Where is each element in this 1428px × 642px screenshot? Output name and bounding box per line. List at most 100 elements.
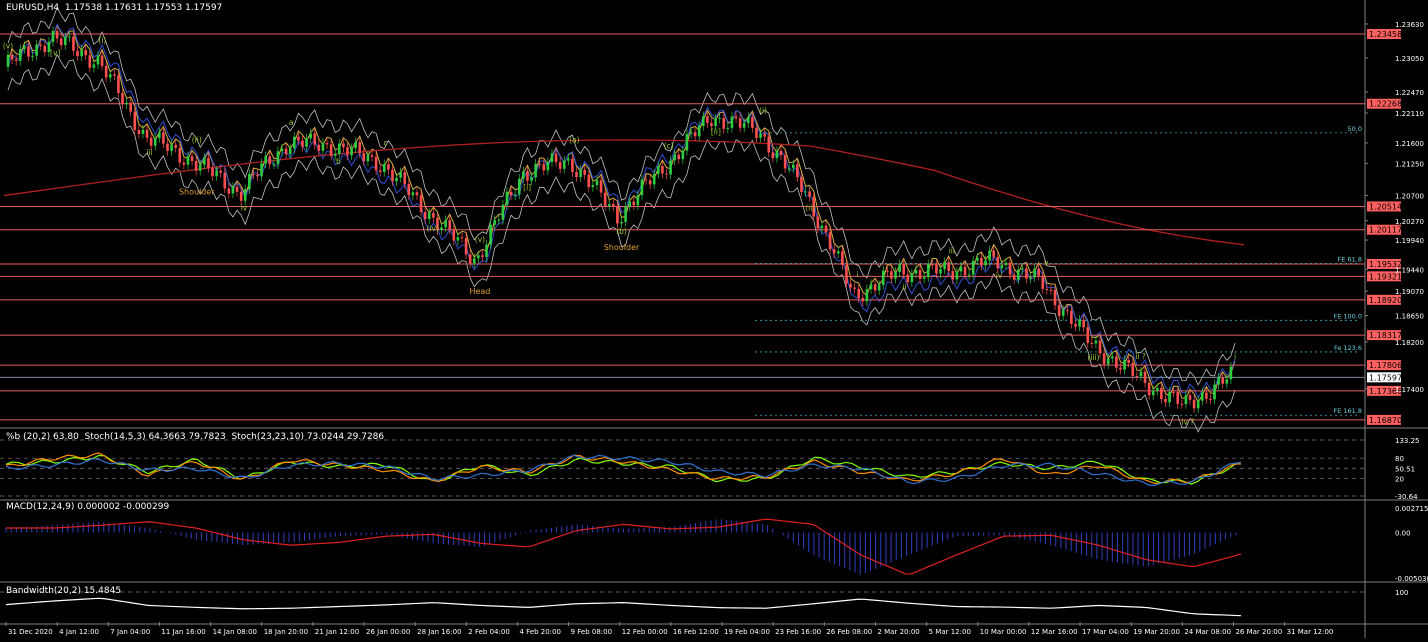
candle-body: [693, 132, 697, 137]
candle-body: [129, 102, 132, 112]
x-tick-label: 4 Jan 12:00: [59, 628, 99, 636]
y-tick-label: 1.23630: [1395, 21, 1424, 29]
candle-body: [898, 264, 901, 272]
candle-body: [751, 117, 754, 128]
candle-body: [1225, 379, 1229, 384]
candle-body: [1090, 342, 1094, 344]
x-tick-label: 2 Mar 20:00: [877, 628, 919, 636]
candle-body: [301, 140, 304, 147]
pb-series-line: [5, 454, 1242, 485]
candle-body: [293, 136, 296, 149]
wave-label: i: [1234, 352, 1236, 361]
candle-body: [419, 195, 423, 213]
candle-body: [579, 169, 582, 178]
wave-label: (i): [98, 36, 106, 45]
x-tick-label: 26 Jan 00:00: [366, 628, 410, 636]
candle-body: [477, 255, 480, 259]
bw-y-tick: 100: [1395, 589, 1408, 597]
candle-body: [665, 173, 668, 175]
candle-body: [137, 130, 141, 134]
candle-body: [432, 213, 435, 218]
candle-body: [145, 129, 149, 138]
candle-body: [1106, 358, 1110, 365]
candle-body: [39, 44, 43, 46]
candle-body: [423, 212, 427, 220]
wave-label: iii: [949, 247, 955, 256]
candle-body: [783, 155, 787, 169]
macd-y-tick: -0.005030: [1395, 575, 1428, 583]
candle-body: [72, 36, 75, 51]
candle-body: [763, 133, 766, 137]
candle-body: [828, 232, 832, 250]
candle-body: [256, 174, 259, 177]
candle-body: [18, 49, 22, 61]
candle-body: [452, 229, 456, 241]
candle-body: [309, 133, 312, 139]
pattern-label: Head: [469, 287, 490, 296]
candle-body: [1209, 398, 1212, 400]
candle-body: [489, 224, 492, 245]
candle-body: [1119, 367, 1122, 370]
candle-body: [366, 155, 370, 162]
fib-label: FE 61.8: [1338, 256, 1362, 264]
candle-body: [1049, 289, 1053, 291]
candle-body: [243, 189, 247, 201]
wave-label: iv ?: [1181, 417, 1194, 426]
candle-body: [166, 143, 169, 151]
candle-body: [378, 170, 382, 172]
candle-body: [571, 158, 574, 173]
pattern-label: Shoulder: [604, 243, 640, 252]
candle-body: [865, 289, 869, 302]
candle-body: [546, 162, 550, 171]
candle-body: [947, 262, 950, 272]
candle-body: [522, 171, 525, 179]
candle-body: [1098, 340, 1102, 354]
candle-body: [1229, 366, 1233, 380]
candle-body: [346, 147, 349, 156]
candle-body: [955, 271, 959, 280]
macd-y-tick: 0.002715: [1395, 505, 1428, 513]
y-tick-label: 1.20700: [1395, 193, 1424, 201]
candle-body: [706, 116, 709, 124]
candle-body: [648, 180, 652, 185]
x-tick-label: 19 Feb 04:00: [724, 628, 770, 636]
chart-svg: 1.234581.222681.205141.201171.195321.193…: [0, 0, 1428, 638]
x-tick-label: 10 Mar 00:00: [980, 628, 1027, 636]
wave-label: ii ?: [1135, 352, 1146, 361]
candle-body: [1127, 359, 1130, 363]
candle-body: [395, 177, 398, 182]
candle-body: [624, 206, 627, 222]
x-tick-label: 24 Mar 08:00: [1184, 628, 1231, 636]
macd-title: MACD(12,24,9) 0.000002 -0.000299: [6, 502, 170, 512]
candle-body: [1074, 323, 1077, 327]
candle-body: [980, 257, 983, 266]
candle-body: [1139, 371, 1143, 377]
candle-body: [1008, 262, 1012, 275]
candle-body: [890, 271, 893, 279]
y-tick-label: 1.21250: [1395, 160, 1424, 168]
candle-body: [10, 54, 14, 60]
candle-body: [415, 192, 419, 196]
candle-body: [939, 269, 942, 274]
candle-body: [460, 237, 464, 239]
candle-body: [493, 220, 497, 225]
candle-body: [562, 160, 566, 169]
candle-body: [1041, 275, 1045, 290]
y-tick-label: 1.21600: [1395, 140, 1424, 148]
candle-body: [804, 191, 807, 193]
candle-body: [153, 138, 157, 146]
candle-body: [403, 172, 407, 184]
candle-body: [1176, 392, 1180, 404]
y-tick-label: 1.22110: [1395, 110, 1424, 118]
pb-y-tick: -30.64: [1395, 493, 1418, 501]
wave-label: iv: [996, 271, 1003, 280]
candle-body: [174, 144, 177, 148]
candle-body: [321, 143, 325, 151]
candle-body: [1070, 310, 1073, 324]
bollinger-layer: [3, 6, 1245, 433]
moving-average-yellow: [7, 23, 1236, 404]
candle-body: [513, 194, 517, 196]
candle-body: [1221, 377, 1225, 384]
wave-label: iii: [146, 148, 152, 157]
fib-label: 50.0: [1348, 125, 1362, 133]
